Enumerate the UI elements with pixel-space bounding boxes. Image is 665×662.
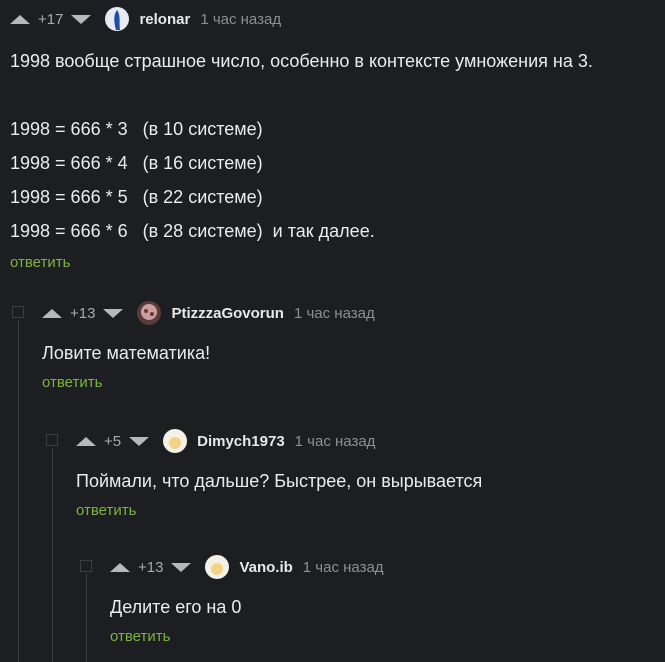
comment-text-line: Ловите математика! [42, 343, 211, 363]
username[interactable]: Dimych1973 [197, 433, 285, 450]
comment-header: +17 relonar 1 час назад [10, 7, 660, 31]
comment-text-line: 1998 = 666 * 5 (в 22 системе) [10, 187, 263, 207]
timestamp: 1 час назад [200, 10, 282, 28]
reply-link[interactable]: ответить [76, 502, 656, 519]
reply-link[interactable]: ответить [42, 374, 652, 391]
comment-body: Делите его на 0 [110, 590, 660, 624]
username[interactable]: PtizzzaGovorun [171, 305, 284, 322]
downvote-icon[interactable] [129, 436, 150, 446]
comment-header: +5 Dimych1973 1 час назад [76, 429, 656, 453]
upvote-icon[interactable] [42, 308, 62, 318]
comment-rating: +17 [38, 10, 64, 28]
downvote-icon[interactable] [171, 562, 192, 572]
comment-header: +13 Vano.ib 1 час назад [110, 555, 660, 579]
comment-body: Ловите математика! [42, 336, 652, 370]
avatar[interactable] [205, 555, 230, 579]
thread-line-level-1 [18, 320, 19, 662]
comment-text-line: 1998 = 666 * 4 (в 16 системе) [10, 153, 263, 173]
collapse-thread-toggle[interactable] [46, 434, 58, 446]
downvote-icon[interactable] [71, 14, 92, 24]
comment-text-line: 1998 вообще страшное число, особенно в к… [10, 51, 593, 71]
comment-text-line: 1998 = 666 * 6 (в 28 системе) и так дале… [10, 221, 375, 241]
comment-header: +13 PtizzzaGovorun 1 час назад [42, 301, 652, 325]
upvote-icon[interactable] [110, 562, 130, 572]
comment-rating: +13 [138, 558, 164, 576]
avatar[interactable] [137, 301, 162, 325]
comment: +5 Dimych1973 1 час назад Поймали, что д… [76, 429, 656, 519]
upvote-icon[interactable] [10, 14, 30, 24]
comment-text-line: 1998 = 666 * 3 (в 10 системе) [10, 119, 263, 139]
reply-link[interactable]: ответить [10, 254, 660, 271]
comment-text-line: Поймали, что дальше? Быстрее, он вырывае… [76, 471, 483, 491]
comment-text-line [10, 78, 660, 112]
comment-rating: +13 [70, 304, 96, 322]
comment: +13 PtizzzaGovorun 1 час назад Ловите ма… [42, 301, 652, 391]
username[interactable]: relonar [139, 11, 190, 28]
comment-body: Поймали, что дальше? Быстрее, он вырывае… [76, 464, 656, 498]
timestamp: 1 час назад [293, 304, 375, 322]
thread-line-level-2 [52, 448, 53, 662]
upvote-icon[interactable] [76, 436, 96, 446]
avatar[interactable] [105, 7, 130, 31]
comment: +13 Vano.ib 1 час назад Делите его на 0 … [110, 555, 660, 645]
collapse-thread-toggle[interactable] [80, 560, 92, 572]
comment-rating: +5 [104, 432, 122, 450]
avatar[interactable] [163, 429, 188, 453]
collapse-thread-toggle[interactable] [12, 306, 24, 318]
comment: +17 relonar 1 час назад 1998 вообще стра… [10, 7, 660, 271]
thread-line-level-3 [86, 574, 87, 662]
downvote-icon[interactable] [103, 308, 124, 318]
comment-body: 1998 вообще страшное число, особенно в к… [10, 44, 660, 248]
comment-text-line: Делите его на 0 [110, 597, 242, 617]
username[interactable]: Vano.ib [239, 559, 292, 576]
timestamp: 1 час назад [302, 558, 384, 576]
reply-link[interactable]: ответить [110, 628, 660, 645]
timestamp: 1 час назад [294, 432, 376, 450]
